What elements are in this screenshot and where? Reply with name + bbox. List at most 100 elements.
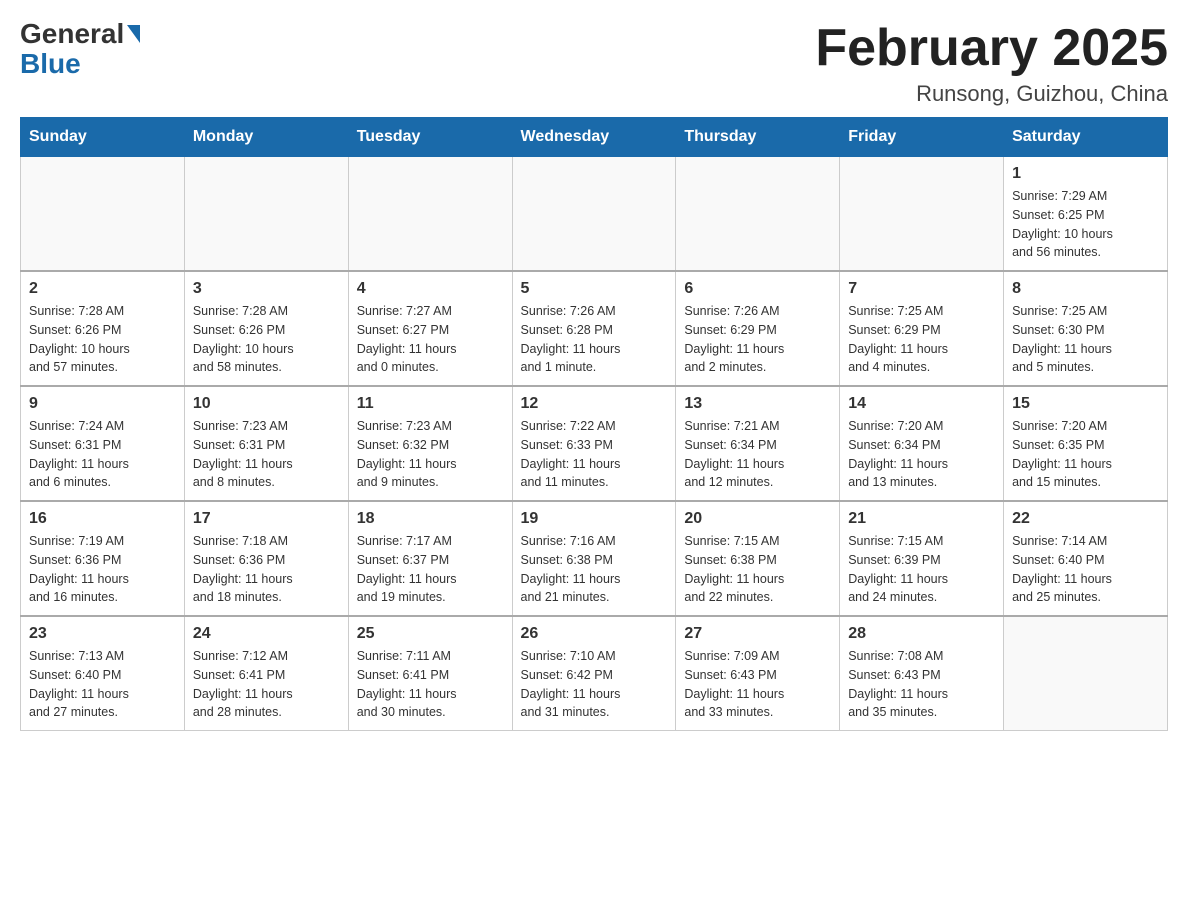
day-info: Sunrise: 7:13 AMSunset: 6:40 PMDaylight:…	[29, 647, 176, 722]
day-info: Sunrise: 7:25 AMSunset: 6:30 PMDaylight:…	[1012, 302, 1159, 377]
day-number: 12	[521, 395, 668, 413]
logo-arrow-icon	[127, 25, 140, 43]
day-info: Sunrise: 7:20 AMSunset: 6:34 PMDaylight:…	[848, 417, 995, 492]
calendar-week-row: 1 Sunrise: 7:29 AMSunset: 6:25 PMDaylight…	[21, 157, 1168, 272]
logo: General Blue	[20, 20, 140, 80]
day-number: 11	[357, 395, 504, 413]
day-info: Sunrise: 7:26 AMSunset: 6:28 PMDaylight:…	[521, 302, 668, 377]
calendar-cell: 11 Sunrise: 7:23 AMSunset: 6:32 PMDayligh…	[348, 386, 512, 501]
day-info: Sunrise: 7:26 AMSunset: 6:29 PMDaylight:…	[684, 302, 831, 377]
calendar-header-sunday: Sunday	[21, 118, 185, 157]
day-info: Sunrise: 7:10 AMSunset: 6:42 PMDaylight:…	[521, 647, 668, 722]
calendar-cell: 24 Sunrise: 7:12 AMSunset: 6:41 PMDayligh…	[184, 616, 348, 731]
day-info: Sunrise: 7:09 AMSunset: 6:43 PMDaylight:…	[684, 647, 831, 722]
calendar-cell: 7 Sunrise: 7:25 AMSunset: 6:29 PMDaylight…	[840, 271, 1004, 386]
day-info: Sunrise: 7:23 AMSunset: 6:31 PMDaylight:…	[193, 417, 340, 492]
calendar-cell: 27 Sunrise: 7:09 AMSunset: 6:43 PMDayligh…	[676, 616, 840, 731]
day-info: Sunrise: 7:15 AMSunset: 6:38 PMDaylight:…	[684, 532, 831, 607]
day-number: 21	[848, 510, 995, 528]
day-number: 5	[521, 280, 668, 298]
title-area: February 2025 Runsong, Guizhou, China	[815, 20, 1168, 107]
day-info: Sunrise: 7:18 AMSunset: 6:36 PMDaylight:…	[193, 532, 340, 607]
day-info: Sunrise: 7:24 AMSunset: 6:31 PMDaylight:…	[29, 417, 176, 492]
calendar-week-row: 16 Sunrise: 7:19 AMSunset: 6:36 PMDayligh…	[21, 501, 1168, 616]
calendar-cell: 14 Sunrise: 7:20 AMSunset: 6:34 PMDayligh…	[840, 386, 1004, 501]
day-number: 18	[357, 510, 504, 528]
logo-general-text: General	[20, 20, 124, 48]
day-number: 15	[1012, 395, 1159, 413]
day-info: Sunrise: 7:19 AMSunset: 6:36 PMDaylight:…	[29, 532, 176, 607]
day-info: Sunrise: 7:14 AMSunset: 6:40 PMDaylight:…	[1012, 532, 1159, 607]
page-header: General Blue February 2025 Runsong, Guiz…	[20, 20, 1168, 107]
day-info: Sunrise: 7:08 AMSunset: 6:43 PMDaylight:…	[848, 647, 995, 722]
calendar-header-tuesday: Tuesday	[348, 118, 512, 157]
calendar-cell: 25 Sunrise: 7:11 AMSunset: 6:41 PMDayligh…	[348, 616, 512, 731]
day-info: Sunrise: 7:15 AMSunset: 6:39 PMDaylight:…	[848, 532, 995, 607]
calendar-cell	[1004, 616, 1168, 731]
calendar-cell: 3Sunrise: 7:28 AMSunset: 6:26 PMDaylight…	[184, 271, 348, 386]
day-number: 25	[357, 625, 504, 643]
calendar-header-thursday: Thursday	[676, 118, 840, 157]
day-info: Sunrise: 7:12 AMSunset: 6:41 PMDaylight:…	[193, 647, 340, 722]
calendar-cell: 17 Sunrise: 7:18 AMSunset: 6:36 PMDayligh…	[184, 501, 348, 616]
day-number: 2	[29, 280, 176, 298]
day-number: 20	[684, 510, 831, 528]
calendar-header-wednesday: Wednesday	[512, 118, 676, 157]
day-number: 24	[193, 625, 340, 643]
day-info: Sunrise: 7:20 AMSunset: 6:35 PMDaylight:…	[1012, 417, 1159, 492]
calendar-cell: 18Sunrise: 7:17 AMSunset: 6:37 PMDayligh…	[348, 501, 512, 616]
calendar-cell	[840, 157, 1004, 272]
calendar-cell: 16 Sunrise: 7:19 AMSunset: 6:36 PMDayligh…	[21, 501, 185, 616]
day-number: 17	[193, 510, 340, 528]
calendar-cell: 8Sunrise: 7:25 AMSunset: 6:30 PMDaylight…	[1004, 271, 1168, 386]
calendar-cell: 20 Sunrise: 7:15 AMSunset: 6:38 PMDayligh…	[676, 501, 840, 616]
calendar-cell: 4 Sunrise: 7:27 AMSunset: 6:27 PMDaylight…	[348, 271, 512, 386]
day-info: Sunrise: 7:27 AMSunset: 6:27 PMDaylight:…	[357, 302, 504, 377]
calendar-cell: 6 Sunrise: 7:26 AMSunset: 6:29 PMDaylight…	[676, 271, 840, 386]
calendar-cell: 26Sunrise: 7:10 AMSunset: 6:42 PMDayligh…	[512, 616, 676, 731]
day-number: 16	[29, 510, 176, 528]
calendar-cell: 2 Sunrise: 7:28 AMSunset: 6:26 PMDaylight…	[21, 271, 185, 386]
calendar-week-row: 2 Sunrise: 7:28 AMSunset: 6:26 PMDaylight…	[21, 271, 1168, 386]
calendar-cell: 10 Sunrise: 7:23 AMSunset: 6:31 PMDayligh…	[184, 386, 348, 501]
calendar-title: February 2025	[815, 20, 1168, 77]
calendar-header-saturday: Saturday	[1004, 118, 1168, 157]
calendar-cell: 13 Sunrise: 7:21 AMSunset: 6:34 PMDayligh…	[676, 386, 840, 501]
day-number: 3	[193, 280, 340, 298]
calendar-cell: 28 Sunrise: 7:08 AMSunset: 6:43 PMDayligh…	[840, 616, 1004, 731]
day-number: 6	[684, 280, 831, 298]
calendar-cell	[184, 157, 348, 272]
day-number: 27	[684, 625, 831, 643]
day-info: Sunrise: 7:11 AMSunset: 6:41 PMDaylight:…	[357, 647, 504, 722]
day-number: 23	[29, 625, 176, 643]
calendar-cell	[348, 157, 512, 272]
calendar-week-row: 9Sunrise: 7:24 AMSunset: 6:31 PMDaylight…	[21, 386, 1168, 501]
calendar-cell: 21 Sunrise: 7:15 AMSunset: 6:39 PMDayligh…	[840, 501, 1004, 616]
day-number: 1	[1012, 165, 1159, 183]
calendar-subtitle: Runsong, Guizhou, China	[815, 81, 1168, 107]
day-info: Sunrise: 7:29 AMSunset: 6:25 PMDaylight:…	[1012, 187, 1159, 262]
day-number: 7	[848, 280, 995, 298]
day-info: Sunrise: 7:16 AMSunset: 6:38 PMDaylight:…	[521, 532, 668, 607]
logo-blue-text: Blue	[20, 48, 81, 80]
calendar-table: SundayMondayTuesdayWednesdayThursdayFrid…	[20, 117, 1168, 731]
day-number: 22	[1012, 510, 1159, 528]
day-number: 28	[848, 625, 995, 643]
calendar-header-friday: Friday	[840, 118, 1004, 157]
day-info: Sunrise: 7:23 AMSunset: 6:32 PMDaylight:…	[357, 417, 504, 492]
calendar-cell: 12 Sunrise: 7:22 AMSunset: 6:33 PMDayligh…	[512, 386, 676, 501]
calendar-cell	[676, 157, 840, 272]
day-info: Sunrise: 7:25 AMSunset: 6:29 PMDaylight:…	[848, 302, 995, 377]
day-info: Sunrise: 7:21 AMSunset: 6:34 PMDaylight:…	[684, 417, 831, 492]
day-number: 13	[684, 395, 831, 413]
day-number: 14	[848, 395, 995, 413]
day-info: Sunrise: 7:28 AMSunset: 6:26 PMDaylight:…	[29, 302, 176, 377]
calendar-cell: 15 Sunrise: 7:20 AMSunset: 6:35 PMDayligh…	[1004, 386, 1168, 501]
day-number: 10	[193, 395, 340, 413]
calendar-header-monday: Monday	[184, 118, 348, 157]
calendar-cell	[512, 157, 676, 272]
day-info: Sunrise: 7:22 AMSunset: 6:33 PMDaylight:…	[521, 417, 668, 492]
calendar-cell: 22 Sunrise: 7:14 AMSunset: 6:40 PMDayligh…	[1004, 501, 1168, 616]
day-number: 4	[357, 280, 504, 298]
day-number: 19	[521, 510, 668, 528]
